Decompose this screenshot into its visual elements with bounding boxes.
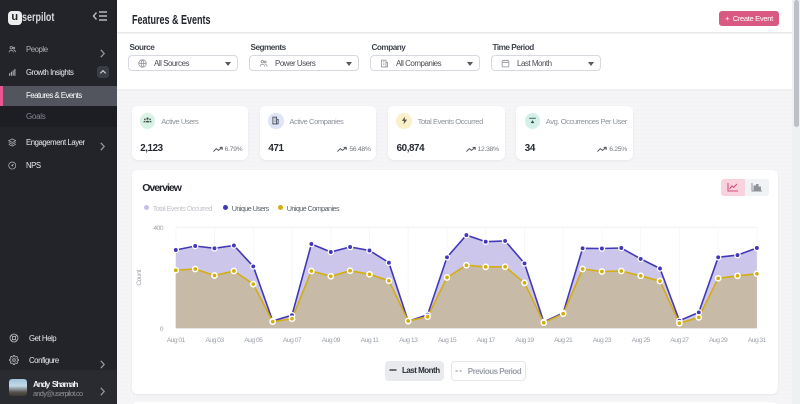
svg-text:Aug 27: Aug 27 — [670, 337, 689, 344]
svg-text:Aug 07: Aug 07 — [283, 337, 302, 344]
svg-text:Aug 01: Aug 01 — [166, 337, 185, 344]
svg-text:Aug 21: Aug 21 — [554, 337, 573, 344]
svg-text:Aug 23: Aug 23 — [592, 337, 611, 344]
svg-text:Aug 31: Aug 31 — [747, 337, 766, 344]
svg-text:0: 0 — [159, 326, 163, 333]
svg-text:Aug 05: Aug 05 — [244, 337, 263, 344]
svg-text:Aug 13: Aug 13 — [399, 337, 418, 344]
svg-text:Aug 11: Aug 11 — [360, 337, 378, 344]
svg-text:Aug 03: Aug 03 — [205, 337, 224, 344]
svg-text:Aug 09: Aug 09 — [321, 337, 340, 344]
svg-text:Aug 25: Aug 25 — [631, 337, 650, 344]
svg-text:400: 400 — [153, 225, 163, 232]
svg-text:Aug 19: Aug 19 — [515, 337, 534, 344]
svg-text:Aug 29: Aug 29 — [709, 337, 728, 344]
svg-text:Count: Count — [136, 269, 143, 285]
svg-text:Aug 17: Aug 17 — [476, 337, 495, 344]
svg-text:Aug 15: Aug 15 — [438, 337, 457, 344]
